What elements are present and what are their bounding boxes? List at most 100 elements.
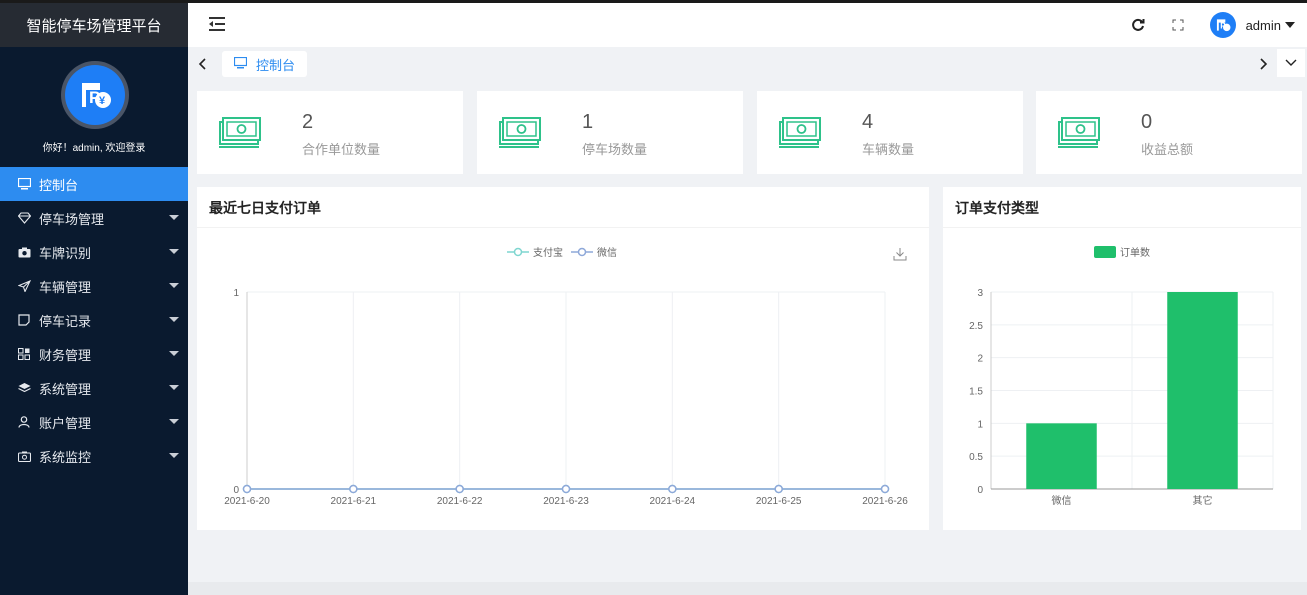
- chevron-down-icon: [169, 249, 179, 254]
- send-icon: [17, 279, 31, 293]
- stat-card-parking-lots: 1 停车场数量: [477, 91, 743, 174]
- tab-label: 控制台: [256, 57, 296, 73]
- menu-fold-icon[interactable]: [208, 15, 226, 33]
- y-tick-label: 3: [977, 288, 983, 299]
- user-icon: [17, 415, 31, 429]
- avatar[interactable]: P ¥: [61, 61, 129, 129]
- sidebar-item-label: 车辆管理: [39, 279, 92, 295]
- y-tick-label: 1: [233, 288, 239, 299]
- chevron-down-icon: [169, 215, 179, 220]
- money-icon: [779, 117, 821, 148]
- x-tick-label: 2021-6-24: [650, 496, 696, 507]
- top-header: P admin: [188, 3, 1307, 47]
- avatar[interactable]: P: [1209, 12, 1236, 38]
- x-tick-label: 2021-6-25: [756, 496, 802, 507]
- data-point: [242, 484, 252, 494]
- bar-chart: 0 0.5 1 1.5 2 2.5 3 微信 其它: [969, 288, 1274, 507]
- y-tick-label: 1: [977, 419, 983, 430]
- sidebar: 智能停车场管理平台 P ¥ 你好！admin, 欢迎登录 控制台 停车场管理 车…: [0, 0, 188, 595]
- bar: [1026, 423, 1097, 489]
- data-point: [455, 484, 464, 494]
- grid-icon: [17, 347, 31, 361]
- x-tick-label: 其它: [1193, 494, 1213, 507]
- tabs-dropdown-button[interactable]: [1277, 49, 1305, 77]
- welcome-text: 你好！admin, 欢迎登录: [42, 143, 146, 154]
- sidebar-item-label: 系统管理: [39, 381, 92, 397]
- y-tick-label: 1.5: [969, 387, 983, 398]
- data-point: [774, 484, 783, 494]
- monitor-icon: [17, 177, 31, 191]
- y-tick-label: 2.5: [969, 321, 983, 332]
- money-icon: [219, 117, 261, 148]
- stat-card-vehicles: 4 车辆数量: [757, 91, 1023, 174]
- chevron-down-icon: [169, 283, 179, 288]
- chevron-right-icon[interactable]: [1256, 55, 1270, 73]
- refresh-icon[interactable]: [1130, 17, 1146, 33]
- chevron-down-icon: [169, 419, 179, 424]
- note-icon: [17, 313, 31, 327]
- tabs-bar: 控制台: [188, 47, 1307, 81]
- y-tick-label: 0: [233, 485, 239, 496]
- sidebar-item-vehicle[interactable]: 车辆管理: [0, 269, 188, 303]
- payment-type-bar-chart-panel: 订单支付类型 订单数 0 0.5 1 1.5 2 2.5 3 微信 其它: [943, 187, 1301, 530]
- footer: [188, 582, 1307, 595]
- sidebar-item-label: 财务管理: [39, 347, 92, 363]
- data-point: [880, 484, 890, 494]
- sidebar-item-dashboard[interactable]: 控制台: [0, 167, 188, 201]
- svg-text:¥: ¥: [99, 95, 106, 107]
- x-tick-label: 2021-6-26: [862, 496, 908, 507]
- y-tick-label: 0.5: [969, 452, 983, 463]
- sidebar-item-label: 车牌识别: [39, 245, 92, 261]
- data-point: [561, 484, 571, 494]
- stat-value: 4: [862, 111, 874, 133]
- data-point: [668, 484, 677, 494]
- y-tick-label: 2: [977, 354, 983, 365]
- stat-label: 合作单位数量: [302, 142, 381, 157]
- x-tick-label: 2021-6-20: [224, 496, 270, 507]
- sidebar-item-plate-recognition[interactable]: 车牌识别: [0, 235, 188, 269]
- money-icon: [499, 117, 541, 148]
- chevron-left-icon[interactable]: [196, 55, 210, 73]
- money-icon: [1058, 117, 1100, 148]
- layers-icon: [17, 381, 31, 395]
- window-top-border: [0, 0, 1307, 3]
- sidebar-item-label: 停车场管理: [39, 211, 105, 227]
- sidebar-item-finance[interactable]: 财务管理: [0, 337, 188, 371]
- chevron-down-icon[interactable]: [1285, 22, 1295, 28]
- sidebar-item-label: 账户管理: [39, 415, 92, 431]
- chevron-down-icon: [169, 385, 179, 390]
- stat-value: 0: [1141, 111, 1153, 133]
- tab-dashboard[interactable]: 控制台: [222, 51, 308, 77]
- sidebar-item-label: 停车记录: [39, 313, 92, 329]
- sidebar-item-monitor[interactable]: 系统监控: [0, 439, 188, 473]
- x-tick-label: 2021-6-22: [437, 496, 483, 507]
- x-tick-label: 微信: [1052, 494, 1072, 507]
- fullscreen-icon[interactable]: [1170, 17, 1186, 33]
- sidebar-menu: 控制台 停车场管理 车牌识别 车辆管理 停车记录 财务管理 系统管理 账户管理 …: [0, 167, 188, 473]
- chevron-down-icon: [169, 351, 179, 356]
- sidebar-item-label: 控制台: [39, 177, 79, 193]
- data-point: [349, 484, 358, 494]
- stat-label: 收益总额: [1141, 142, 1194, 157]
- stat-card-revenue: 0 收益总额: [1036, 91, 1302, 174]
- chevron-down-icon: [169, 453, 179, 458]
- username[interactable]: admin: [1246, 18, 1281, 33]
- stat-label: 停车场数量: [582, 142, 648, 157]
- orders-line-chart-panel: 最近七日支付订单 支付宝 微信 0 1 2021-6-20 2021-6-21 2021…: [197, 187, 929, 530]
- header-toolbar: P admin: [1130, 3, 1307, 47]
- bar: [1167, 292, 1238, 489]
- sidebar-item-parking-record[interactable]: 停车记录: [0, 303, 188, 337]
- x-tick-label: 2021-6-21: [331, 496, 377, 507]
- parking-logo-icon: P ¥: [65, 65, 125, 125]
- chevron-down-icon: [1285, 59, 1297, 66]
- stat-value: 1: [582, 111, 594, 133]
- chevron-down-icon: [169, 317, 179, 322]
- monitor-icon: [233, 56, 248, 71]
- diamond-icon: [17, 211, 31, 225]
- sidebar-item-parking-lot[interactable]: 停车场管理: [0, 201, 188, 235]
- x-tick-label: 2021-6-23: [543, 496, 589, 507]
- sidebar-item-account[interactable]: 账户管理: [0, 405, 188, 439]
- camera-icon: [17, 449, 31, 463]
- sidebar-item-label: 系统监控: [39, 449, 92, 465]
- sidebar-item-system[interactable]: 系统管理: [0, 371, 188, 405]
